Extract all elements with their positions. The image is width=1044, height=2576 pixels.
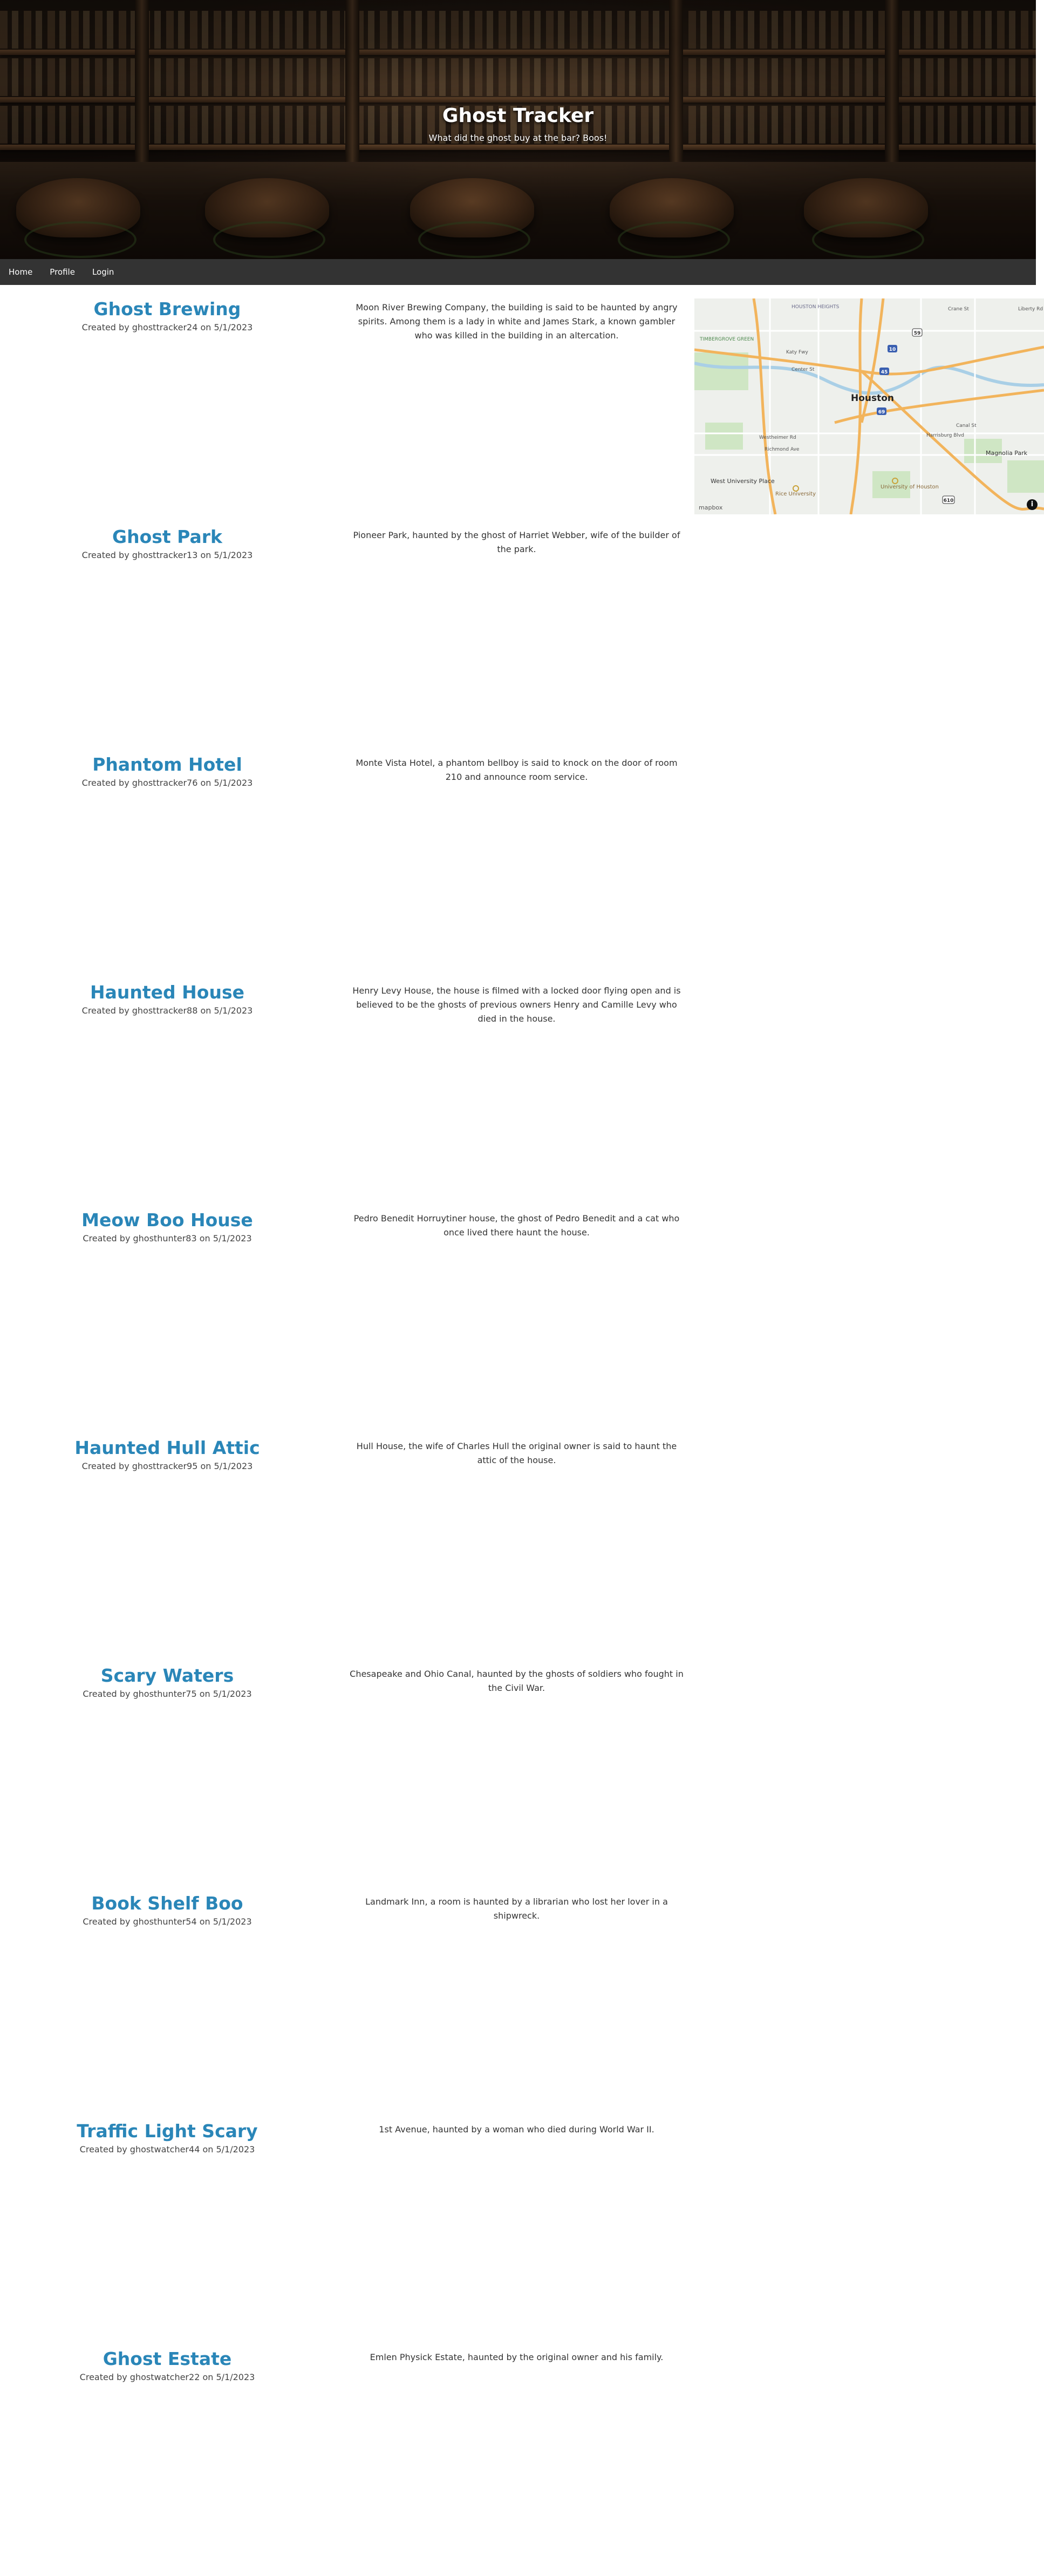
post-meta: Created by ghosthunter83 on 5/1/2023 bbox=[83, 1233, 252, 1243]
post-description: Moon River Brewing Company, the building… bbox=[356, 302, 678, 341]
post-meta: Created by ghosthunter54 on 5/1/2023 bbox=[83, 1916, 252, 1927]
post-description: Landmark Inn, a room is haunted by a lib… bbox=[365, 1897, 668, 1921]
post-title[interactable]: Scary Waters bbox=[0, 1665, 335, 1687]
site-subtitle: What did the ghost buy at the bar? Boos! bbox=[428, 133, 608, 143]
navbar: Home Profile Login bbox=[0, 259, 1036, 285]
post-meta: Created by ghosttracker13 on 5/1/2023 bbox=[81, 550, 253, 560]
post-card: Meow Boo House Created by ghosthunter83 … bbox=[0, 1209, 335, 1243]
post-row: Scary Waters Created by ghosthunter75 on… bbox=[0, 1665, 1044, 1892]
post-row: Phantom Hotel Created by ghosttracker76 … bbox=[0, 754, 1044, 981]
post-card: Phantom Hotel Created by ghosttracker76 … bbox=[0, 754, 335, 788]
post-card: Ghost Estate Created by ghostwatcher22 o… bbox=[0, 2348, 335, 2382]
post-title[interactable]: Meow Boo House bbox=[0, 1209, 335, 1231]
nav-link-home[interactable]: Home bbox=[0, 259, 41, 285]
post-meta: Created by ghostwatcher22 on 5/1/2023 bbox=[79, 2372, 255, 2382]
post-description: Henry Levy House, the house is filmed wi… bbox=[352, 985, 681, 1024]
post-row: Ghost Park Created by ghosttracker13 on … bbox=[0, 526, 1044, 753]
post-meta: Created by ghosthunter75 on 5/1/2023 bbox=[83, 1689, 252, 1699]
post-row: Book Shelf Boo Created by ghosthunter54 … bbox=[0, 1893, 1044, 2119]
post-meta: Created by ghostwatcher44 on 5/1/2023 bbox=[79, 2144, 255, 2154]
post-row: Ghost Estate Created by ghostwatcher22 o… bbox=[0, 2348, 1044, 2575]
post-description: Hull House, the wife of Charles Hull the… bbox=[356, 1441, 677, 1465]
post-description: 1st Avenue, haunted by a woman who died … bbox=[379, 2124, 654, 2135]
post-meta: Created by ghosttracker76 on 5/1/2023 bbox=[81, 778, 253, 788]
post-title[interactable]: Phantom Hotel bbox=[0, 754, 335, 776]
post-card: Book Shelf Boo Created by ghosthunter54 … bbox=[0, 1893, 335, 1927]
post-title[interactable]: Ghost Estate bbox=[0, 2348, 335, 2370]
post-card: Scary Waters Created by ghosthunter75 on… bbox=[0, 1665, 335, 1699]
post-card: Ghost Brewing Created by ghosttracker24 … bbox=[0, 298, 335, 332]
post-card: Ghost Park Created by ghosttracker13 on … bbox=[0, 526, 335, 560]
site-title: Ghost Tracker bbox=[442, 105, 594, 127]
post-meta: Created by ghosttracker88 on 5/1/2023 bbox=[81, 1005, 253, 1016]
post-description: Emlen Physick Estate, haunted by the ori… bbox=[370, 2352, 664, 2362]
post-row: Traffic Light Scary Created by ghostwatc… bbox=[0, 2120, 1044, 2347]
post-row: Meow Boo House Created by ghosthunter83 … bbox=[0, 1209, 1044, 1436]
post-card: Traffic Light Scary Created by ghostwatc… bbox=[0, 2120, 335, 2154]
post-row: Haunted Hull Attic Created by ghosttrack… bbox=[0, 1437, 1044, 1664]
post-title[interactable]: Haunted Hull Attic bbox=[0, 1437, 335, 1459]
post-description: Pedro Benedit Horruytiner house, the gho… bbox=[353, 1213, 680, 1238]
post-card: Haunted House Created by ghosttracker88 … bbox=[0, 982, 335, 1016]
post-title[interactable]: Ghost Park bbox=[0, 526, 335, 548]
post-title[interactable]: Book Shelf Boo bbox=[0, 1893, 335, 1914]
post-card: Haunted Hull Attic Created by ghosttrack… bbox=[0, 1437, 335, 1471]
post-description: Chesapeake and Ohio Canal, haunted by th… bbox=[350, 1669, 684, 1693]
nav-link-login[interactable]: Login bbox=[84, 259, 122, 285]
nav-link-profile[interactable]: Profile bbox=[41, 259, 84, 285]
post-description: Monte Vista Hotel, a phantom bellboy is … bbox=[356, 758, 678, 782]
post-title[interactable]: Ghost Brewing bbox=[0, 298, 335, 320]
hero-overlay bbox=[0, 0, 1036, 259]
hero-banner: Ghost Tracker What did the ghost buy at … bbox=[0, 0, 1036, 259]
post-meta: Created by ghosttracker95 on 5/1/2023 bbox=[81, 1461, 253, 1471]
post-description: Pioneer Park, haunted by the ghost of Ha… bbox=[353, 530, 680, 554]
post-meta: Created by ghosttracker24 on 5/1/2023 bbox=[81, 322, 253, 332]
post-row: Ghost Brewing Created by ghosttracker24 … bbox=[0, 298, 1044, 525]
post-title[interactable]: Traffic Light Scary bbox=[0, 2120, 335, 2142]
post-row: Haunted House Created by ghosttracker88 … bbox=[0, 982, 1044, 1208]
post-title[interactable]: Haunted House bbox=[0, 982, 335, 1003]
